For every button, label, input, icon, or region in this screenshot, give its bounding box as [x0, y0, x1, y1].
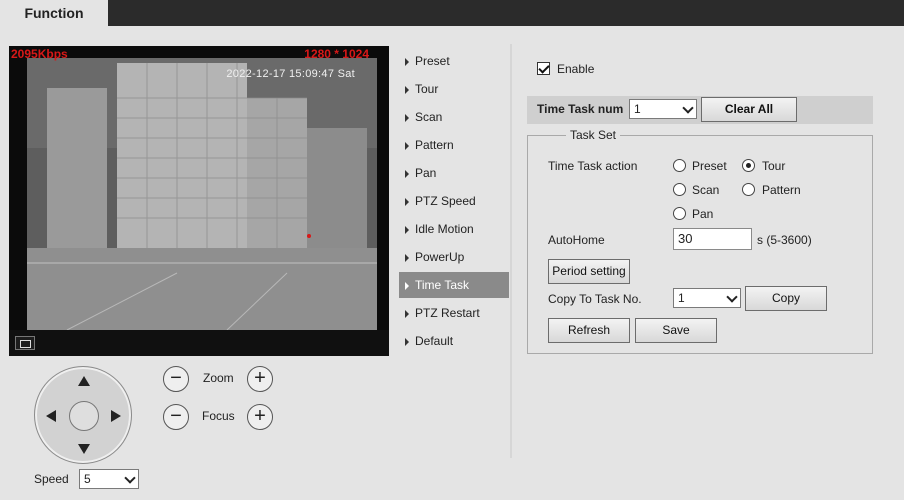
refresh-button[interactable]: Refresh: [548, 318, 630, 343]
menu-item-preset[interactable]: Preset: [399, 48, 509, 74]
menu-item-pattern[interactable]: Pattern: [399, 132, 509, 158]
speed-select[interactable]: 5: [79, 469, 139, 489]
top-navigation-bar: Function: [0, 0, 904, 26]
action-preset-radio[interactable]: [673, 159, 686, 172]
autohome-input[interactable]: 30: [673, 228, 752, 250]
ptz-up-arrow-icon[interactable]: [78, 376, 90, 386]
menu-item-idle-motion[interactable]: Idle Motion: [399, 216, 509, 242]
focus-out-button[interactable]: −: [163, 404, 189, 430]
menu-item-pan[interactable]: Pan: [399, 160, 509, 186]
menu-item-powerup[interactable]: PowerUp: [399, 244, 509, 270]
copy-to-task-select[interactable]: 1: [673, 288, 741, 308]
ptz-down-arrow-icon[interactable]: [78, 444, 90, 454]
action-preset-label: Preset: [692, 159, 727, 173]
video-toolbar: [9, 330, 389, 356]
time-task-action-label: Time Task action: [548, 159, 638, 173]
action-pan-radio[interactable]: [673, 207, 686, 220]
time-task-num-value: 1: [634, 102, 641, 116]
action-pan-label: Pan: [692, 207, 714, 221]
period-setting-button[interactable]: Period setting: [548, 259, 630, 284]
enable-checkbox[interactable]: [537, 62, 550, 75]
clear-all-button[interactable]: Clear All: [701, 97, 797, 122]
live-video-view[interactable]: 2095Kbps 1280 * 1024 2022-12-17 15:09:47…: [9, 46, 389, 356]
chevron-down-icon: [124, 472, 136, 484]
chevron-down-icon: [682, 102, 694, 114]
ptz-left-arrow-icon[interactable]: [46, 410, 56, 422]
time-task-num-label: Time Task num: [537, 102, 624, 116]
thermal-camera-image: [27, 58, 377, 330]
task-set-legend: Task Set: [566, 128, 621, 142]
menu-item-ptz-restart[interactable]: PTZ Restart: [399, 300, 509, 326]
menu-item-tour[interactable]: Tour: [399, 76, 509, 102]
fullscreen-icon[interactable]: [15, 336, 35, 350]
action-tour-radio[interactable]: [742, 159, 755, 172]
ptz-direction-pad: [34, 366, 132, 464]
menu-item-time-task[interactable]: Time Task: [399, 272, 509, 298]
autohome-label: AutoHome: [548, 233, 605, 247]
tab-function[interactable]: Function: [0, 0, 108, 26]
zoom-out-button[interactable]: −: [163, 366, 189, 392]
speed-select-value: 5: [84, 472, 91, 486]
action-tour-label: Tour: [762, 159, 786, 173]
zoom-label: Zoom: [203, 371, 234, 385]
copy-to-task-value: 1: [678, 291, 685, 305]
action-scan-label: Scan: [692, 183, 720, 197]
menu-item-scan[interactable]: Scan: [399, 104, 509, 130]
focus-label: Focus: [202, 409, 235, 423]
focus-in-button[interactable]: +: [247, 404, 273, 430]
action-pattern-label: Pattern: [762, 183, 801, 197]
zoom-in-button[interactable]: +: [247, 366, 273, 392]
enable-label: Enable: [557, 62, 595, 76]
chevron-down-icon: [726, 291, 738, 303]
resolution-overlay: 1280 * 1024: [304, 47, 369, 61]
osd-timestamp: 2022-12-17 15:09:47 Sat: [226, 68, 355, 80]
action-pattern-radio[interactable]: [742, 183, 755, 196]
menu-item-default[interactable]: Default: [399, 328, 509, 354]
copy-to-task-label: Copy To Task No.: [548, 292, 642, 306]
bitrate-overlay: 2095Kbps: [11, 47, 68, 61]
save-button[interactable]: Save: [635, 318, 717, 343]
copy-button[interactable]: Copy: [745, 286, 827, 311]
menu-item-ptz-speed[interactable]: PTZ Speed: [399, 188, 509, 214]
ptz-right-arrow-icon[interactable]: [111, 410, 121, 422]
autohome-unit: s (5-3600): [757, 233, 812, 247]
panel-divider: [510, 44, 512, 458]
ptz-center-button[interactable]: [69, 401, 99, 431]
time-task-num-select[interactable]: 1: [629, 99, 697, 119]
action-scan-radio[interactable]: [673, 183, 686, 196]
speed-label: Speed: [34, 472, 69, 486]
